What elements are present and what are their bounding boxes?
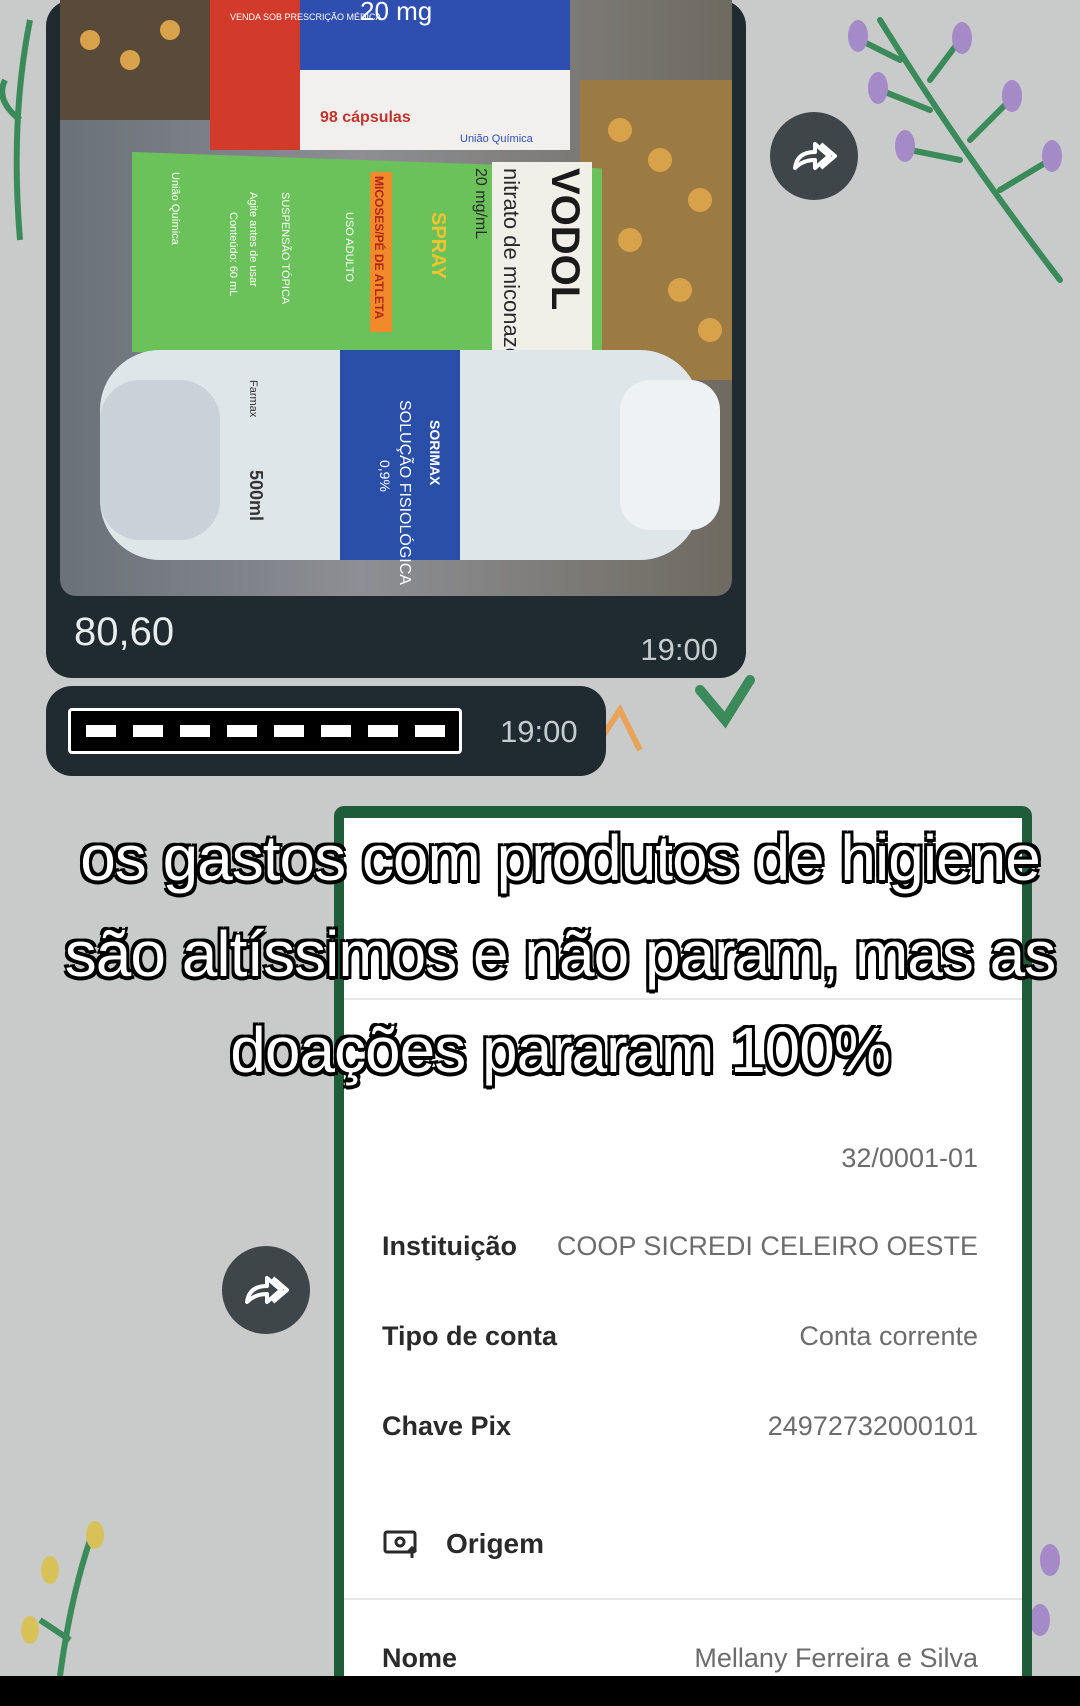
vodol-desc: nitrato de miconazol — [499, 168, 524, 365]
pix-key-message-bubble[interactable]: 01 19:00 — [46, 686, 606, 776]
vodol-shake: Agite antes de usar — [247, 192, 259, 287]
photo-message-bubble[interactable]: VENDA SOB PRESCRIÇÃO MÉDICA 20 mg 98 cáp… — [46, 0, 746, 678]
box-count: 98 cápsulas — [320, 109, 411, 126]
receipt-row-institution: Instituição COOP SICREDI CELEIRO OESTE — [382, 1230, 978, 1261]
vodol-use: MICOSES/PÉ DE ATLETA — [372, 176, 387, 319]
receipt-partial-document: 32/0001-01 — [841, 1142, 978, 1173]
message-time: 19:00 — [500, 714, 578, 749]
forward-button[interactable] — [770, 112, 858, 200]
bottle-conc: 0,9% — [377, 460, 393, 492]
bottle-maker: Farmax — [247, 380, 259, 418]
leaf-doodle-left — [0, 19, 33, 241]
vodol-adult: USO ADULTO — [343, 212, 355, 282]
bottom-bar — [0, 1676, 1080, 1706]
flower-doodle-top-right — [857, 17, 1063, 283]
box-brand: União Química — [460, 133, 534, 145]
vodol-topic: SUSPENSÃO TÓPICA — [279, 192, 292, 305]
bottle-brand: SORIMAX — [427, 420, 443, 486]
message-time: 19:00 — [640, 632, 718, 667]
vodol-brand: VODOL — [543, 168, 587, 310]
receipt-row-name: Nome Mellany Ferreira e Silva — [382, 1642, 978, 1673]
message-caption: 80,60 — [74, 610, 175, 654]
bottle-volume: 500ml — [246, 470, 266, 521]
heart-doodle — [695, 675, 755, 729]
vodol-content: Conteúdo: 60 mL — [227, 212, 239, 296]
redaction-bar — [68, 708, 462, 754]
forward-button[interactable] — [222, 1246, 310, 1334]
products-photo[interactable]: VENDA SOB PRESCRIÇÃO MÉDICA 20 mg 98 cáp… — [60, 0, 732, 596]
box-warning: VENDA SOB PRESCRIÇÃO MÉDICA — [230, 12, 382, 22]
receipt-row-pix-key: Chave Pix 24972732000101 — [382, 1410, 978, 1441]
receipt-origin-icon — [383, 1530, 418, 1558]
forward-icon — [793, 142, 837, 170]
bottle-name: SOLUÇÃO FISIOLÓGICA — [396, 400, 416, 585]
vodol-spray: SPRAY — [427, 212, 449, 280]
receipt-origin-section: Origem — [382, 1528, 544, 1560]
vodol-conc: 20 mg/mL — [472, 168, 489, 239]
swirl-doodle — [597, 704, 643, 752]
overlay-caption: os gastos com produtos de higiene são al… — [63, 821, 1057, 1088]
box-dose: 20 mg — [360, 0, 432, 26]
vodol-maker: União Química — [169, 172, 181, 246]
forward-icon — [245, 1276, 289, 1304]
receipt-row-account-type: Tipo de conta Conta corrente — [382, 1320, 978, 1351]
